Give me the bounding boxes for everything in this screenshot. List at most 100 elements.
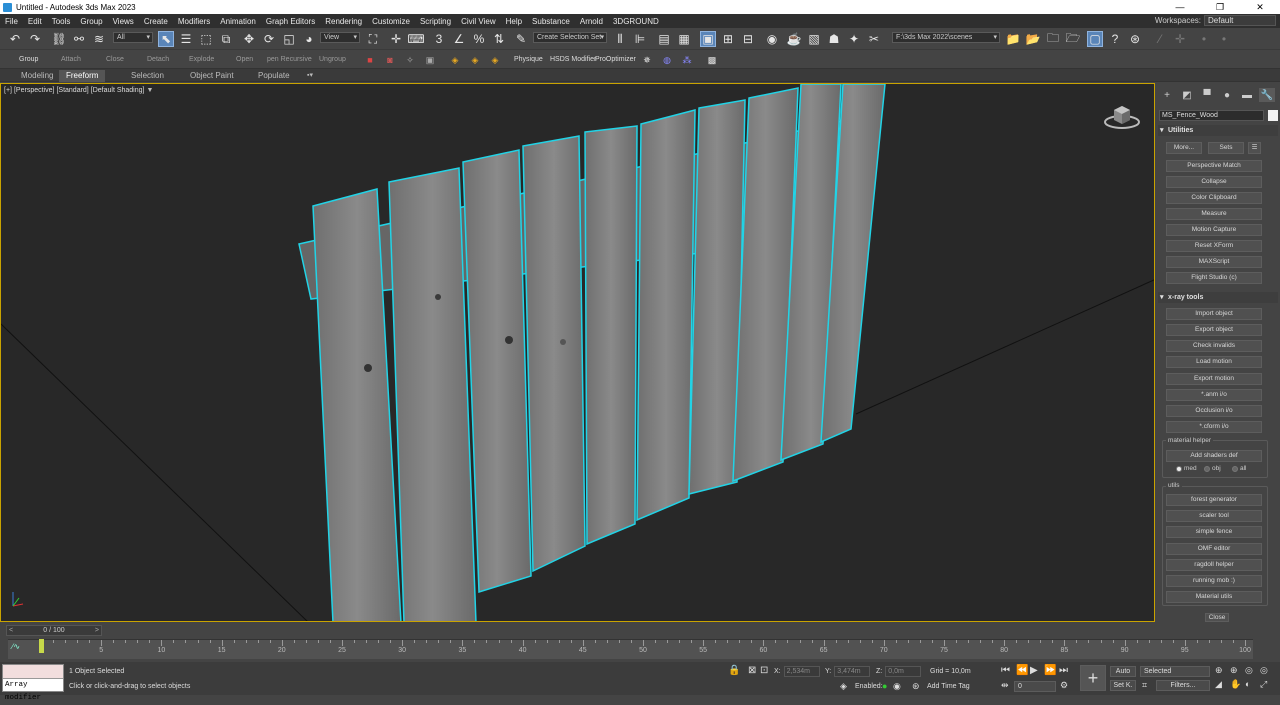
measure-button[interactable]: Measure <box>1166 208 1262 220</box>
keyboard-shortcut-icon[interactable]: ⌨ <box>407 31 424 47</box>
plugin-camera-icon[interactable]: ◙ <box>382 52 398 68</box>
snaps-toggle-icon[interactable]: 3 <box>431 31 447 47</box>
time-tag-icon[interactable]: ⊛ <box>912 681 920 692</box>
hsds-modifier-button[interactable]: HSDS Modifier <box>550 56 596 63</box>
rotate-icon[interactable]: ⟳ <box>261 31 277 47</box>
zoom-all-icon[interactable]: ⊕ <box>1230 665 1238 676</box>
zoom-extents-all-icon[interactable]: ◎ <box>1260 665 1268 676</box>
schematic-view-icon[interactable]: ⊟ <box>740 31 756 47</box>
curve-editor-icon[interactable]: ⊞ <box>720 31 736 47</box>
y-field[interactable]: 3,474m <box>834 666 871 677</box>
cube-icon-1[interactable]: ◈ <box>447 52 463 68</box>
menu-scripting[interactable]: Scripting <box>415 17 456 26</box>
close-group-button[interactable]: Close <box>106 56 124 63</box>
radio-med[interactable]: med <box>1176 465 1197 472</box>
menu-arnold[interactable]: Arnold <box>575 17 608 26</box>
key-filter-dropdown[interactable]: Selected <box>1140 666 1210 677</box>
time-next-icon[interactable]: > <box>95 626 99 635</box>
goto-start-icon[interactable]: ⏮ <box>1001 665 1010 676</box>
pan-icon[interactable]: ✋ <box>1230 679 1241 690</box>
orbit-icon[interactable]: ◐ <box>1245 679 1250 689</box>
ribbon-options-icon[interactable]: ▪▾ <box>300 70 320 82</box>
hierarchy-tab-icon[interactable]: ▀ <box>1199 88 1215 102</box>
render-setup-icon[interactable]: ☕ <box>786 31 802 47</box>
isolate-icon[interactable]: ⊠ <box>748 665 756 676</box>
enabled-indicator-icon[interactable]: ● <box>882 681 887 691</box>
layer-explorer-icon[interactable]: ▦ <box>676 31 692 47</box>
key-filters-button[interactable]: Filters... <box>1156 680 1210 691</box>
occlusion-io-button[interactable]: Occlusion i/o <box>1166 405 1262 417</box>
rendered-frame-icon[interactable]: ▧ <box>806 31 822 47</box>
xray-tools-rollout-header[interactable]: x-ray tools <box>1158 292 1278 303</box>
lock-icon[interactable]: 🔒 <box>728 665 740 676</box>
goto-end-icon[interactable]: ⏭ <box>1059 665 1068 676</box>
spinner-snap-icon[interactable]: ⇅ <box>491 31 507 47</box>
import-object-button[interactable]: Import object <box>1166 308 1262 320</box>
menu-modifiers[interactable]: Modifiers <box>173 17 215 26</box>
viewport-pov-label[interactable]: [Perspective] <box>14 87 54 94</box>
object-name-field[interactable]: MS_Fence_Wood <box>1159 110 1264 121</box>
utilities-tab-icon[interactable]: 🔧 <box>1259 88 1275 102</box>
plugin-nodes-icon[interactable]: ⁂ <box>679 52 695 68</box>
project-path-dropdown[interactable]: F:\3ds Max 2022\scenes <box>892 32 1000 43</box>
reset-xform-button[interactable]: Reset XForm <box>1166 240 1262 252</box>
time-slider[interactable]: < 0 / 100 > <box>6 625 102 636</box>
color-clipboard-button[interactable]: Color Clipboard <box>1166 192 1262 204</box>
filter-icon[interactable]: ▼ <box>146 87 153 94</box>
cube-icon-3[interactable]: ◈ <box>487 52 503 68</box>
motion-capture-button[interactable]: Motion Capture <box>1166 224 1262 236</box>
simple-fence-button[interactable]: simple fence <box>1166 526 1262 538</box>
move-icon[interactable]: ✥ <box>241 31 257 47</box>
viewport-shading-label[interactable]: [Default Shading] <box>91 87 145 94</box>
render-production-icon[interactable]: ☗ <box>826 31 842 47</box>
timeline-track[interactable]: ∕∿ 5 10 15 20 25 30 35 40 45 50 55 60 65 70 75 80 85 90 95… <box>8 639 1253 659</box>
running-mob-button[interactable]: running mob :) <box>1166 575 1262 587</box>
maximize-viewport-icon[interactable]: ⤢ <box>1260 679 1267 690</box>
motion-tab-icon[interactable]: ● <box>1219 88 1235 102</box>
fence-mesh[interactable] <box>298 84 886 622</box>
absolute-mode-icon[interactable]: ⊡ <box>760 665 768 676</box>
menu-group[interactable]: Group <box>75 17 107 26</box>
curve-editor-mini-icon[interactable]: ∕∿ <box>12 642 20 651</box>
set-project-icon[interactable]: 📁 <box>1005 31 1021 47</box>
anm-io-button[interactable]: *.anm i/o <box>1166 389 1262 401</box>
render-in-cloud-icon[interactable]: ✂ <box>866 31 882 47</box>
pivot-center-icon[interactable]: ⛶ <box>365 31 381 47</box>
open-folder-icon[interactable]: 📂 <box>1025 31 1041 47</box>
toggle-ribbon-icon[interactable]: ▣ <box>700 31 716 47</box>
menu-graph-editors[interactable]: Graph Editors <box>261 17 320 26</box>
percent-snap-icon[interactable]: % <box>471 31 487 47</box>
plugin-light-icon[interactable]: ✧ <box>402 52 418 68</box>
key-mode-icon[interactable]: ⇹ <box>1001 680 1009 691</box>
detach-button[interactable]: Detach <box>147 56 169 63</box>
cube-icon-2[interactable]: ◈ <box>467 52 483 68</box>
align-icon[interactable]: ⊫ <box>632 31 648 47</box>
timeline-playhead[interactable] <box>39 639 44 653</box>
configure-sets-icon[interactable]: ☰ <box>1248 142 1261 154</box>
viewport-menu-plus[interactable]: [+] <box>4 87 12 94</box>
modify-tab-icon[interactable]: ◩ <box>1179 88 1195 102</box>
time-prev-icon[interactable]: < <box>9 626 13 635</box>
tab-freeform[interactable]: Freeform <box>59 70 106 82</box>
prooptimizer-button[interactable]: ProOptimizer <box>595 56 636 63</box>
x-field[interactable]: 2,534m <box>783 666 820 677</box>
open-group-button[interactable]: Open <box>236 56 253 63</box>
close-button[interactable]: ✕ <box>1240 0 1280 14</box>
selection-filter-dropdown[interactable]: All <box>113 32 153 43</box>
restore-button[interactable]: ❐ <box>1200 0 1240 14</box>
more-button[interactable]: More... <box>1166 142 1202 154</box>
ungroup-button[interactable]: Ungroup <box>319 56 346 63</box>
menu-3dground[interactable]: 3DGROUND <box>608 17 664 26</box>
plugin-box-icon[interactable]: ▣ <box>422 52 438 68</box>
angle-snap-icon[interactable]: ∠ <box>451 31 467 47</box>
tab-object-paint[interactable]: Object Paint <box>183 70 241 82</box>
viewport-label[interactable]: [+] [Perspective] [Standard] [Default Sh… <box>4 87 153 94</box>
time-config-icon[interactable]: ⚙ <box>1060 680 1068 691</box>
menu-create[interactable]: Create <box>139 17 173 26</box>
render-iterative-icon[interactable]: ✦ <box>846 31 862 47</box>
scaler-tool-button[interactable]: scaler tool <box>1166 510 1262 522</box>
link-icon[interactable]: ⛓ <box>51 31 67 47</box>
edit-named-selection-icon[interactable]: ✎ <box>513 31 529 47</box>
menu-help[interactable]: Help <box>501 17 527 26</box>
mirror-icon[interactable]: ⫴ <box>612 31 628 47</box>
